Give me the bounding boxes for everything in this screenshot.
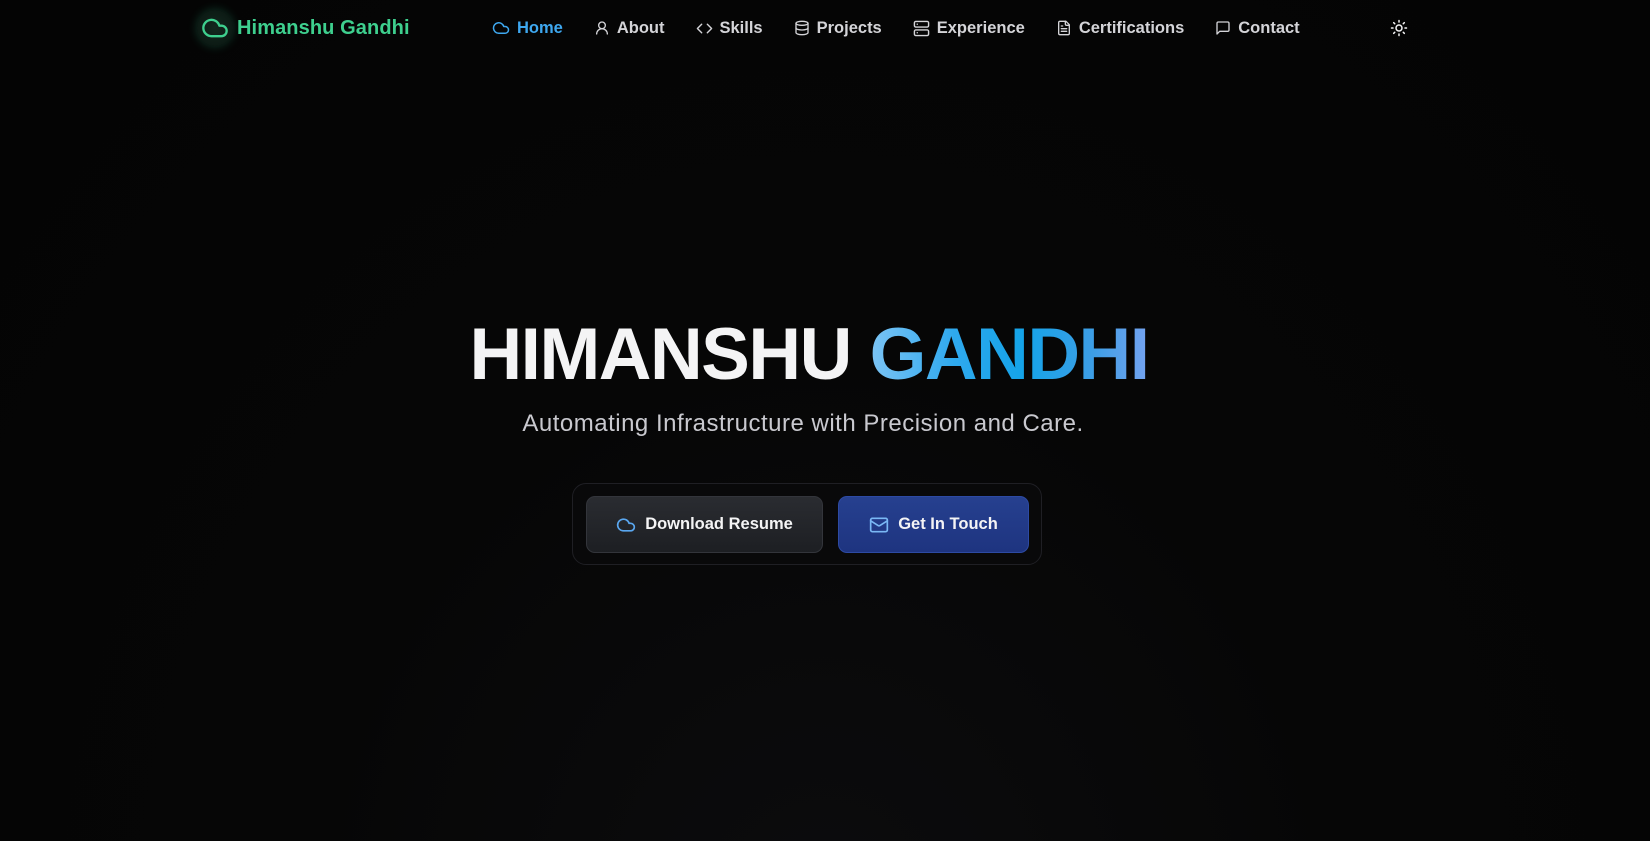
download-resume-label: Download Resume bbox=[645, 515, 793, 533]
cloud-icon bbox=[617, 517, 636, 532]
page: Himanshu Gandhi Home About Skills Projec… bbox=[0, 0, 1650, 841]
hero-first-name: HIMANSHU bbox=[469, 314, 852, 395]
hero-last-name: GANDHI bbox=[869, 314, 1150, 395]
hero-section: HIMANSHU GANDHI Automating Infrastructur… bbox=[0, 0, 1650, 841]
get-in-touch-button[interactable]: Get In Touch bbox=[838, 496, 1029, 553]
download-resume-button[interactable]: Download Resume bbox=[586, 496, 823, 553]
get-in-touch-label: Get In Touch bbox=[898, 515, 998, 533]
hero-tagline: Automating Infrastructure with Precision… bbox=[522, 410, 1084, 437]
hero-title: HIMANSHU GANDHI bbox=[0, 313, 1618, 397]
mail-icon bbox=[870, 517, 889, 532]
cta-group: Download Resume Get In Touch bbox=[572, 483, 1042, 565]
